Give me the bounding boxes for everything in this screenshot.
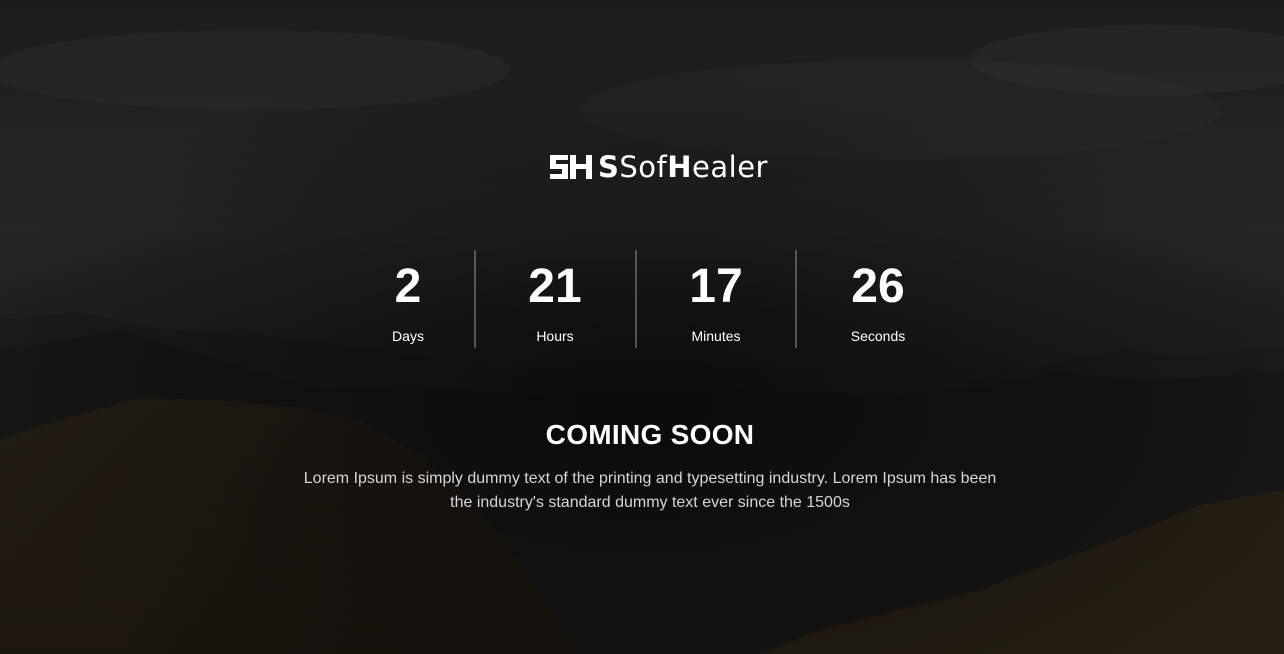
minutes-value: 17 [689,260,743,313]
hours-label: Hours [536,328,574,344]
brand-logo[interactable]: SSofHealer [548,150,768,184]
brand-name-bold-s: S [598,150,620,184]
content-overlay: SSofHealer 2 Days 21 Hours 17 Minutes 26… [0,0,1284,654]
page-title: COMING SOON [545,419,755,450]
seconds-value: 26 [851,260,905,313]
seconds-label: Seconds [850,328,906,344]
brand-name-part-1: Sof [619,150,668,184]
countdown-timer: 2 Days 21 Hours 17 Minutes 26 Seconds [342,250,959,348]
brand-name-bold-h: H [667,150,693,184]
minutes-label: Minutes [691,328,741,344]
brand-name: SSofHealer [598,150,768,184]
coming-soon-page: SSofHealer 2 Days 21 Hours 17 Minutes 26… [0,0,1284,654]
countdown-hours: 21 Hours [476,250,634,348]
countdown-days: 2 Days [342,250,474,348]
logo-mark-icon [550,155,592,179]
countdown-seconds: 26 Seconds [797,250,959,348]
countdown-minutes: 17 Minutes [637,250,795,348]
hours-value: 21 [528,260,582,313]
page-description: Lorem Ipsum is simply dummy text of the … [303,470,997,511]
days-label: Days [392,328,424,344]
days-value: 2 [394,260,422,313]
brand-name-part-2: ealer [692,150,768,184]
